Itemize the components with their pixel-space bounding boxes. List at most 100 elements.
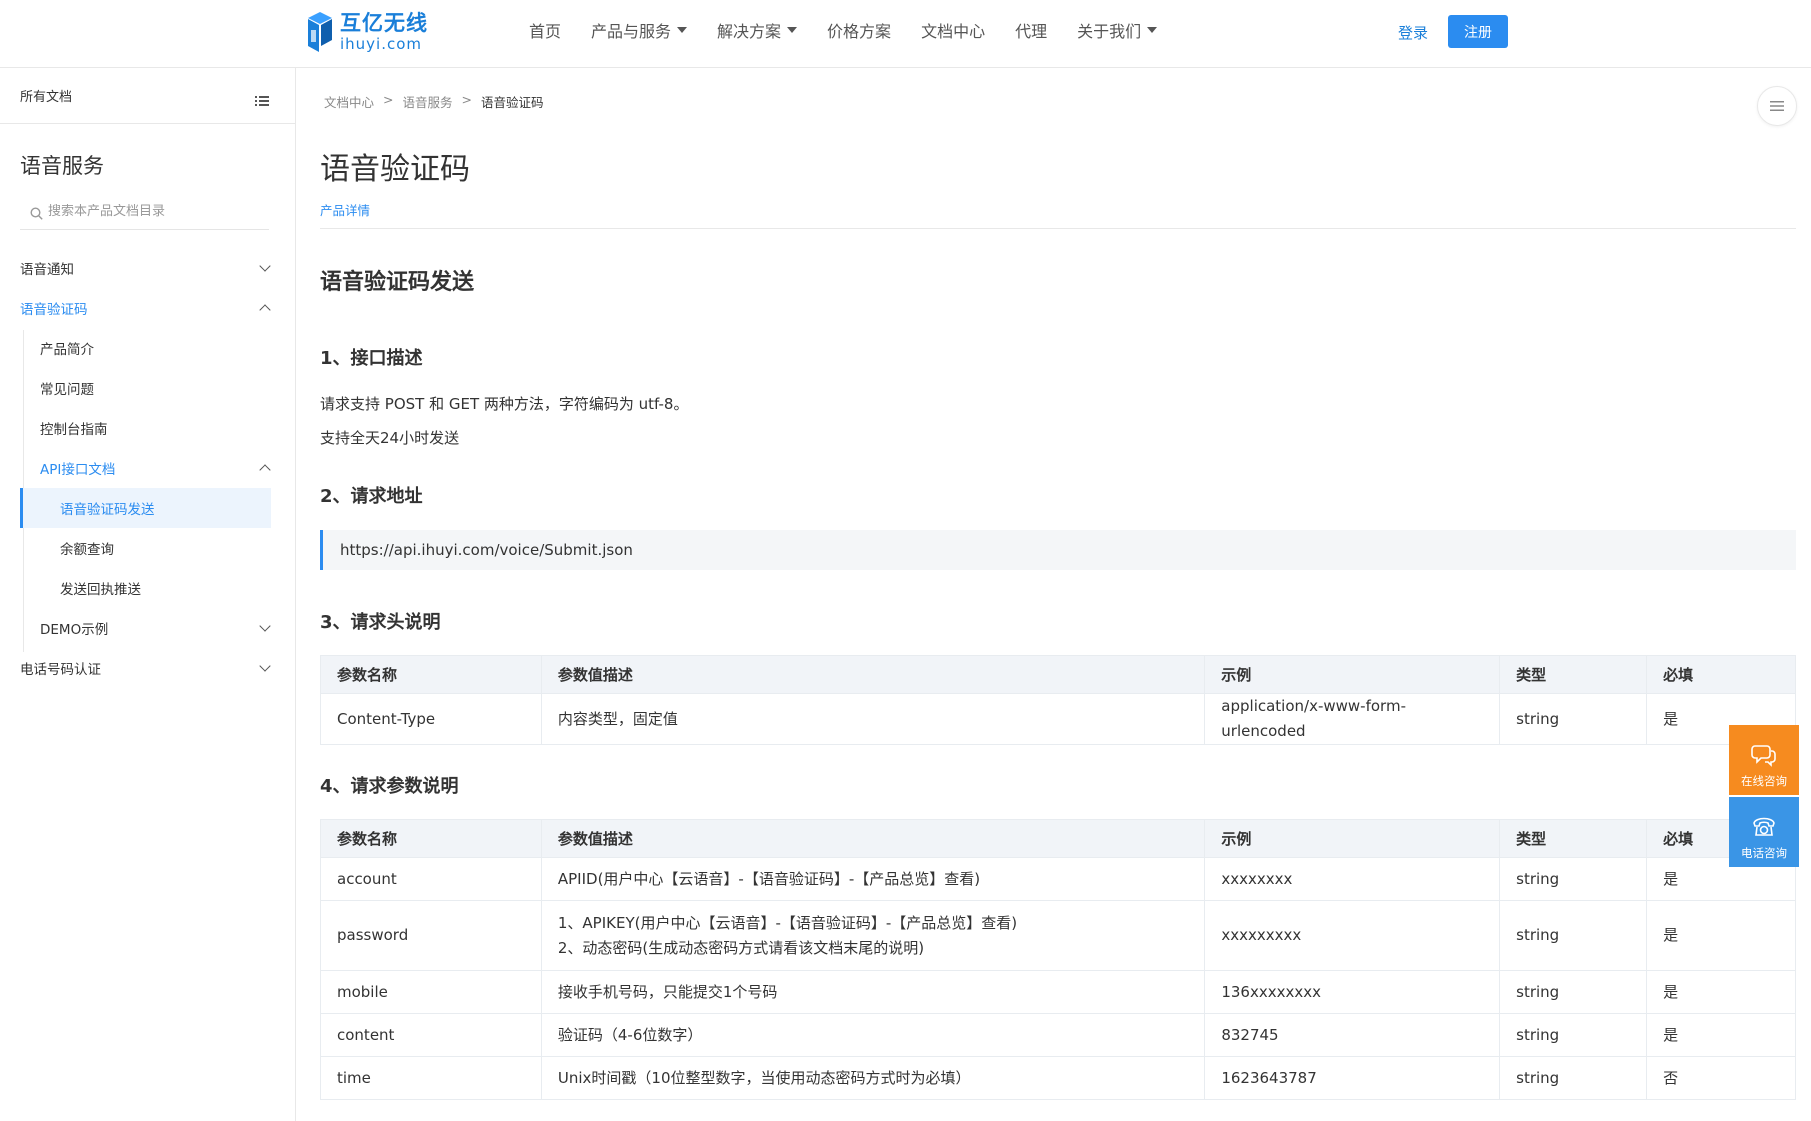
breadcrumb-separator: > — [383, 92, 394, 107]
nav-home[interactable]: 首页 — [529, 18, 561, 42]
sidebar-item-label: DEMO示例 — [40, 622, 109, 638]
sidebar-item-console-guide[interactable]: 控制台指南 — [40, 408, 270, 448]
table-row: mobile 接收手机号码，只能提交1个号码 136xxxxxxxx strin… — [320, 970, 1796, 1014]
sidebar-item-label: 语音验证码发送 — [60, 502, 155, 518]
nav-about[interactable]: 关于我们 — [1077, 18, 1158, 42]
col-param-desc: 参数值描述 — [540, 819, 1206, 858]
heading-request-params: 4、请求参数说明 — [320, 776, 459, 797]
col-type: 类型 — [1499, 819, 1648, 858]
nav-docs-label: 文档中心 — [921, 22, 986, 41]
sidebar-item-voice-notify[interactable]: 语音通知 — [20, 248, 270, 288]
cell-example: application/x-www-form-urlencoded — [1204, 693, 1501, 745]
sidebar-item-label: 控制台指南 — [40, 422, 108, 438]
register-button[interactable]: 注册 — [1448, 15, 1508, 48]
caret-down-icon — [787, 27, 798, 33]
cell-required: 是 — [1646, 900, 1796, 971]
cell-type: string — [1499, 970, 1648, 1014]
breadcrumb-separator: > — [461, 92, 472, 107]
breadcrumb: 文档中心 > 语音服务 > 语音验证码 — [324, 92, 553, 111]
sidebar-item-balance[interactable]: 余额查询 — [60, 528, 270, 568]
col-param-name: 参数名称 — [320, 655, 542, 694]
cell-example: xxxxxxxx — [1204, 857, 1501, 901]
login-link[interactable]: 登录 — [1398, 22, 1428, 43]
page-title: 语音验证码 — [320, 152, 470, 187]
cell-type: string — [1499, 857, 1648, 901]
brand-domain: ihuyi.com — [340, 34, 423, 53]
cell-type: string — [1499, 693, 1648, 745]
phone-consult-button[interactable]: 电话咨询 — [1729, 797, 1799, 867]
cell-desc: APIID(用户中心【云语音】-【语音验证码】-【产品总览】查看) — [540, 857, 1206, 901]
logo-cube-icon — [306, 10, 334, 54]
cell-required: 否 — [1646, 1056, 1796, 1100]
request-params-table: 参数名称 参数值描述 示例 类型 必填 account APIID(用户中心【云… — [320, 819, 1796, 1100]
sidebar-item-faq[interactable]: 常见问题 — [40, 368, 270, 408]
chevron-down-icon — [260, 663, 270, 673]
desc-line-2: 支持全天24小时发送 — [320, 429, 460, 447]
nav-agent-label: 代理 — [1015, 22, 1048, 41]
brand-logo[interactable]: 互亿无线 ihuyi.com — [306, 8, 436, 56]
sidebar-item-api-docs[interactable]: API接口文档 — [40, 448, 270, 488]
col-example: 示例 — [1204, 655, 1501, 694]
cell-example: 1623643787 — [1204, 1056, 1501, 1100]
cell-desc: 内容类型，固定值 — [540, 693, 1206, 745]
nav-pricing-label: 价格方案 — [827, 22, 892, 41]
chevron-up-icon — [260, 303, 270, 313]
sidebar-item-label: 常见问题 — [40, 382, 94, 398]
request-url-box: https://api.ihuyi.com/voice/Submit.json — [320, 530, 1796, 570]
list-menu-icon[interactable] — [255, 91, 269, 106]
cell-desc: 接收手机号码，只能提交1个号码 — [540, 970, 1206, 1014]
request-headers-table: 参数名称 参数值描述 示例 类型 必填 Content-Type 内容类型，固定… — [320, 655, 1796, 745]
breadcrumb-docs[interactable]: 文档中心 — [324, 92, 374, 111]
nav-solutions-label: 解决方案 — [717, 22, 782, 41]
sidebar-item-label: 余额查询 — [60, 542, 114, 558]
cell-type: string — [1499, 1013, 1648, 1057]
cell-example: 136xxxxxxxx — [1204, 970, 1501, 1014]
table-row: time Unix时间戳（10位整型数字，当使用动态密码方式时为必填） 1623… — [320, 1056, 1796, 1100]
sidebar-item-intro[interactable]: 产品简介 — [40, 328, 270, 368]
cell-name: content — [320, 1013, 542, 1057]
product-detail-link[interactable]: 产品详情 — [320, 200, 370, 219]
sidebar-search-input[interactable] — [48, 204, 268, 219]
phone-consult-label: 电话咨询 — [1741, 846, 1787, 860]
desc-line-1: 请求支持 POST 和 GET 两种方法，字符编码为 utf-8。 — [320, 395, 689, 413]
all-docs-header[interactable]: 所有文档 — [0, 68, 295, 124]
col-required: 必填 — [1646, 655, 1796, 694]
table-header-row: 参数名称 参数值描述 示例 类型 必填 — [320, 819, 1796, 858]
cell-required: 是 — [1646, 970, 1796, 1014]
sidebar-item-voice-code-send[interactable]: 语音验证码发送 — [20, 488, 271, 528]
cell-required: 是 — [1646, 1013, 1796, 1057]
main-nav: 首页 产品与服务 解决方案 价格方案 文档中心 代理 关于我们 — [529, 18, 1187, 42]
online-consult-label: 在线咨询 — [1741, 774, 1787, 788]
online-consult-button[interactable]: 在线咨询 — [1729, 725, 1799, 795]
table-row: account APIID(用户中心【云语音】-【语音验证码】-【产品总览】查看… — [320, 857, 1796, 901]
sidebar-item-receipt-push[interactable]: 发送回执推送 — [60, 568, 270, 608]
toc-menu-button[interactable] — [1757, 86, 1797, 126]
nav-docs[interactable]: 文档中心 — [921, 18, 985, 42]
nav-products[interactable]: 产品与服务 — [591, 18, 688, 42]
col-example: 示例 — [1204, 819, 1501, 858]
sidebar-item-label: 语音通知 — [20, 262, 74, 278]
sidebar-item-label: 发送回执推送 — [60, 582, 141, 598]
chat-bubble-icon — [1751, 745, 1776, 767]
sidebar-item-demo[interactable]: DEMO示例 — [40, 608, 270, 648]
nav-about-label: 关于我们 — [1077, 22, 1142, 41]
cell-example: 832745 — [1204, 1013, 1501, 1057]
cell-name: password — [320, 900, 542, 971]
col-type: 类型 — [1499, 655, 1648, 694]
table-row: Content-Type 内容类型，固定值 application/x-www-… — [320, 693, 1796, 745]
sidebar-item-phone-auth[interactable]: 电话号码认证 — [20, 648, 270, 688]
heading-interface-desc: 1、接口描述 — [320, 348, 423, 369]
cell-example: xxxxxxxxx — [1204, 900, 1501, 971]
chevron-down-icon — [260, 623, 270, 633]
chevron-down-icon — [260, 263, 270, 273]
cell-type: string — [1499, 900, 1648, 971]
sidebar-title: 语音服务 — [20, 154, 104, 178]
nav-solutions[interactable]: 解决方案 — [717, 18, 798, 42]
cell-name: time — [320, 1056, 542, 1100]
sidebar-item-voice-code[interactable]: 语音验证码 — [20, 288, 270, 328]
breadcrumb-voice[interactable]: 语音服务 — [403, 92, 453, 111]
nav-agent[interactable]: 代理 — [1015, 18, 1047, 42]
nav-pricing[interactable]: 价格方案 — [827, 18, 891, 42]
cell-type: string — [1499, 1056, 1648, 1100]
section-title: 语音验证码发送 — [320, 270, 475, 295]
